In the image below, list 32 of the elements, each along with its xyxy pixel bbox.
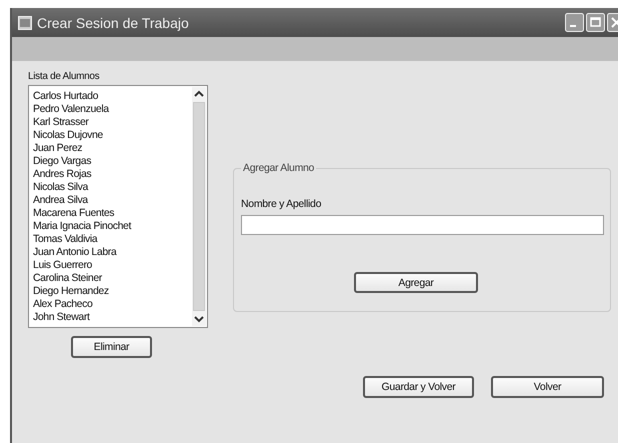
list-item[interactable]: Luis Guerrero bbox=[33, 259, 191, 272]
list-item[interactable]: Diego Vargas bbox=[33, 155, 191, 168]
window-icon bbox=[18, 16, 32, 30]
window-title: Crear Sesion de Trabajo bbox=[37, 14, 189, 30]
maximize-icon[interactable] bbox=[586, 13, 605, 32]
action-button[interactable]: Volver bbox=[491, 376, 604, 398]
list-item[interactable]: Alex Pacheco bbox=[33, 298, 191, 311]
student-list[interactable] bbox=[28, 85, 208, 328]
list-item[interactable]: Carlos Hurtado bbox=[33, 90, 191, 103]
scrollbar[interactable] bbox=[192, 87, 206, 326]
list-item[interactable]: Nicolas Silva bbox=[33, 181, 191, 194]
list-item[interactable]: Andrea Silva bbox=[33, 194, 191, 207]
list-label: Lista de Alumnos bbox=[28, 71, 100, 82]
list-item[interactable]: Juan Antonio Labra bbox=[33, 246, 191, 259]
list-item[interactable]: Karl Strasser bbox=[33, 116, 191, 129]
list-item[interactable]: Nicolas Dujovne bbox=[33, 129, 191, 142]
action-button[interactable]: Guardar y Volver bbox=[363, 376, 474, 398]
list-item[interactable]: Juan Perez bbox=[33, 142, 191, 155]
remove-button[interactable]: Eliminar bbox=[71, 336, 152, 358]
minimize-icon[interactable] bbox=[565, 13, 584, 32]
list-item[interactable]: Diego Hernandez bbox=[33, 285, 191, 298]
list-item[interactable]: Pedro Valenzuela bbox=[33, 103, 191, 116]
list-item[interactable]: Macarena Fuentes bbox=[33, 207, 191, 220]
list-item[interactable]: Tomas Valdivia bbox=[33, 233, 191, 246]
list-item[interactable]: Maria Ignacia Pinochet bbox=[33, 220, 191, 233]
list-item[interactable]: John Stewart bbox=[33, 311, 191, 324]
add-button[interactable]: Agregar bbox=[354, 272, 478, 293]
name-input-field[interactable] bbox=[241, 215, 604, 235]
list-item[interactable]: Andres Rojas bbox=[33, 168, 191, 181]
field-label: Nombre y Apellido bbox=[241, 198, 322, 210]
group-title: Agregar Alumno bbox=[242, 162, 316, 174]
list-item[interactable]: Carolina Steiner bbox=[33, 272, 191, 285]
